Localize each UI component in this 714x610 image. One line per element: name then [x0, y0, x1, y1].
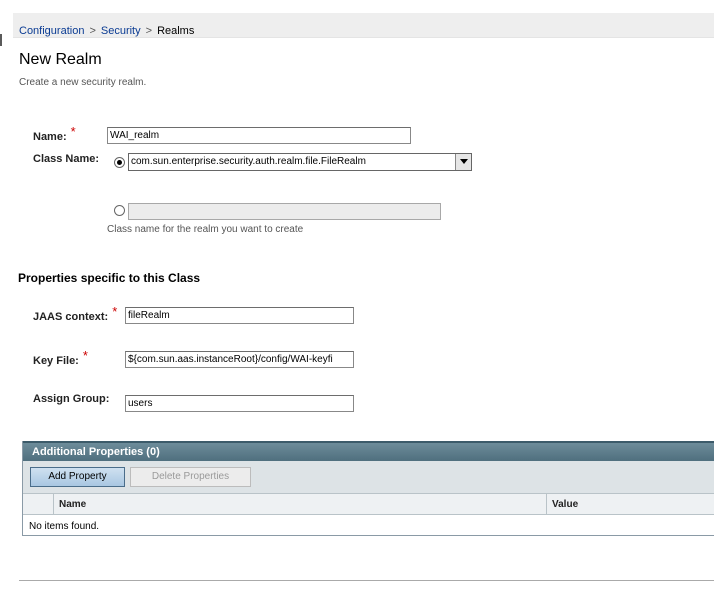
chevron-down-icon [460, 159, 468, 164]
key-file-input[interactable] [125, 351, 354, 368]
class-name-select[interactable]: com.sun.enterprise.security.auth.realm.f… [128, 153, 472, 171]
select-column-header[interactable] [23, 494, 54, 514]
breadcrumb-separator: > [145, 25, 153, 37]
page-title: New Realm [19, 51, 102, 68]
table-toolbar: Add Property Delete Properties [23, 461, 714, 494]
column-header-value[interactable]: Value [552, 499, 578, 510]
page-description: Create a new security realm. [19, 77, 147, 88]
bottom-divider [19, 580, 714, 581]
class-name-custom-input[interactable] [128, 203, 441, 220]
breadcrumb-bar: Configuration > Security > Realms [13, 13, 714, 38]
jaas-context-input[interactable] [125, 307, 354, 324]
class-name-hint: Class name for the realm you want to cre… [107, 224, 304, 235]
column-divider [546, 494, 547, 514]
key-file-label: Key File: * [33, 348, 88, 367]
frame-edge [0, 0, 5, 610]
assign-group-label: Assign Group: [33, 393, 110, 405]
breadcrumb: Configuration > Security > Realms [19, 25, 194, 37]
add-property-button[interactable]: Add Property [30, 467, 125, 487]
breadcrumb-link-configuration[interactable]: Configuration [19, 25, 84, 37]
breadcrumb-current: Realms [157, 25, 195, 37]
assign-group-input[interactable] [125, 395, 354, 412]
properties-section-title: Properties specific to this Class [18, 271, 201, 285]
name-label: Name: * [33, 124, 76, 143]
class-name-label: Class Name: [33, 153, 100, 165]
table-title-bar: Additional Properties (0) [23, 441, 714, 461]
jaas-context-label-text: JAAS context: [33, 311, 109, 323]
required-marker: * [82, 348, 88, 363]
frame-edge-tick [0, 34, 4, 46]
class-name-custom-radio[interactable] [114, 205, 125, 216]
table-title: Additional Properties (0) [32, 446, 160, 458]
delete-properties-button[interactable]: Delete Properties [130, 467, 251, 487]
table-empty-message: No items found. [29, 521, 100, 532]
required-marker: * [70, 124, 76, 139]
breadcrumb-separator: > [89, 25, 96, 37]
select-dropdown-button[interactable] [455, 154, 471, 170]
column-header-name[interactable]: Name [59, 499, 86, 510]
class-name-predefined-radio[interactable] [114, 157, 125, 168]
required-marker: * [112, 304, 118, 319]
name-input[interactable] [107, 127, 411, 144]
key-file-label-text: Key File: [33, 355, 79, 367]
table-header-row: Name Value [23, 494, 714, 515]
name-label-text: Name: [33, 131, 67, 143]
class-name-select-value: com.sun.enterprise.security.auth.realm.f… [131, 156, 366, 167]
breadcrumb-link-security[interactable]: Security [101, 25, 141, 37]
jaas-context-label: JAAS context: * [33, 304, 117, 323]
additional-properties-table: Additional Properties (0) Add Property D… [22, 441, 714, 536]
